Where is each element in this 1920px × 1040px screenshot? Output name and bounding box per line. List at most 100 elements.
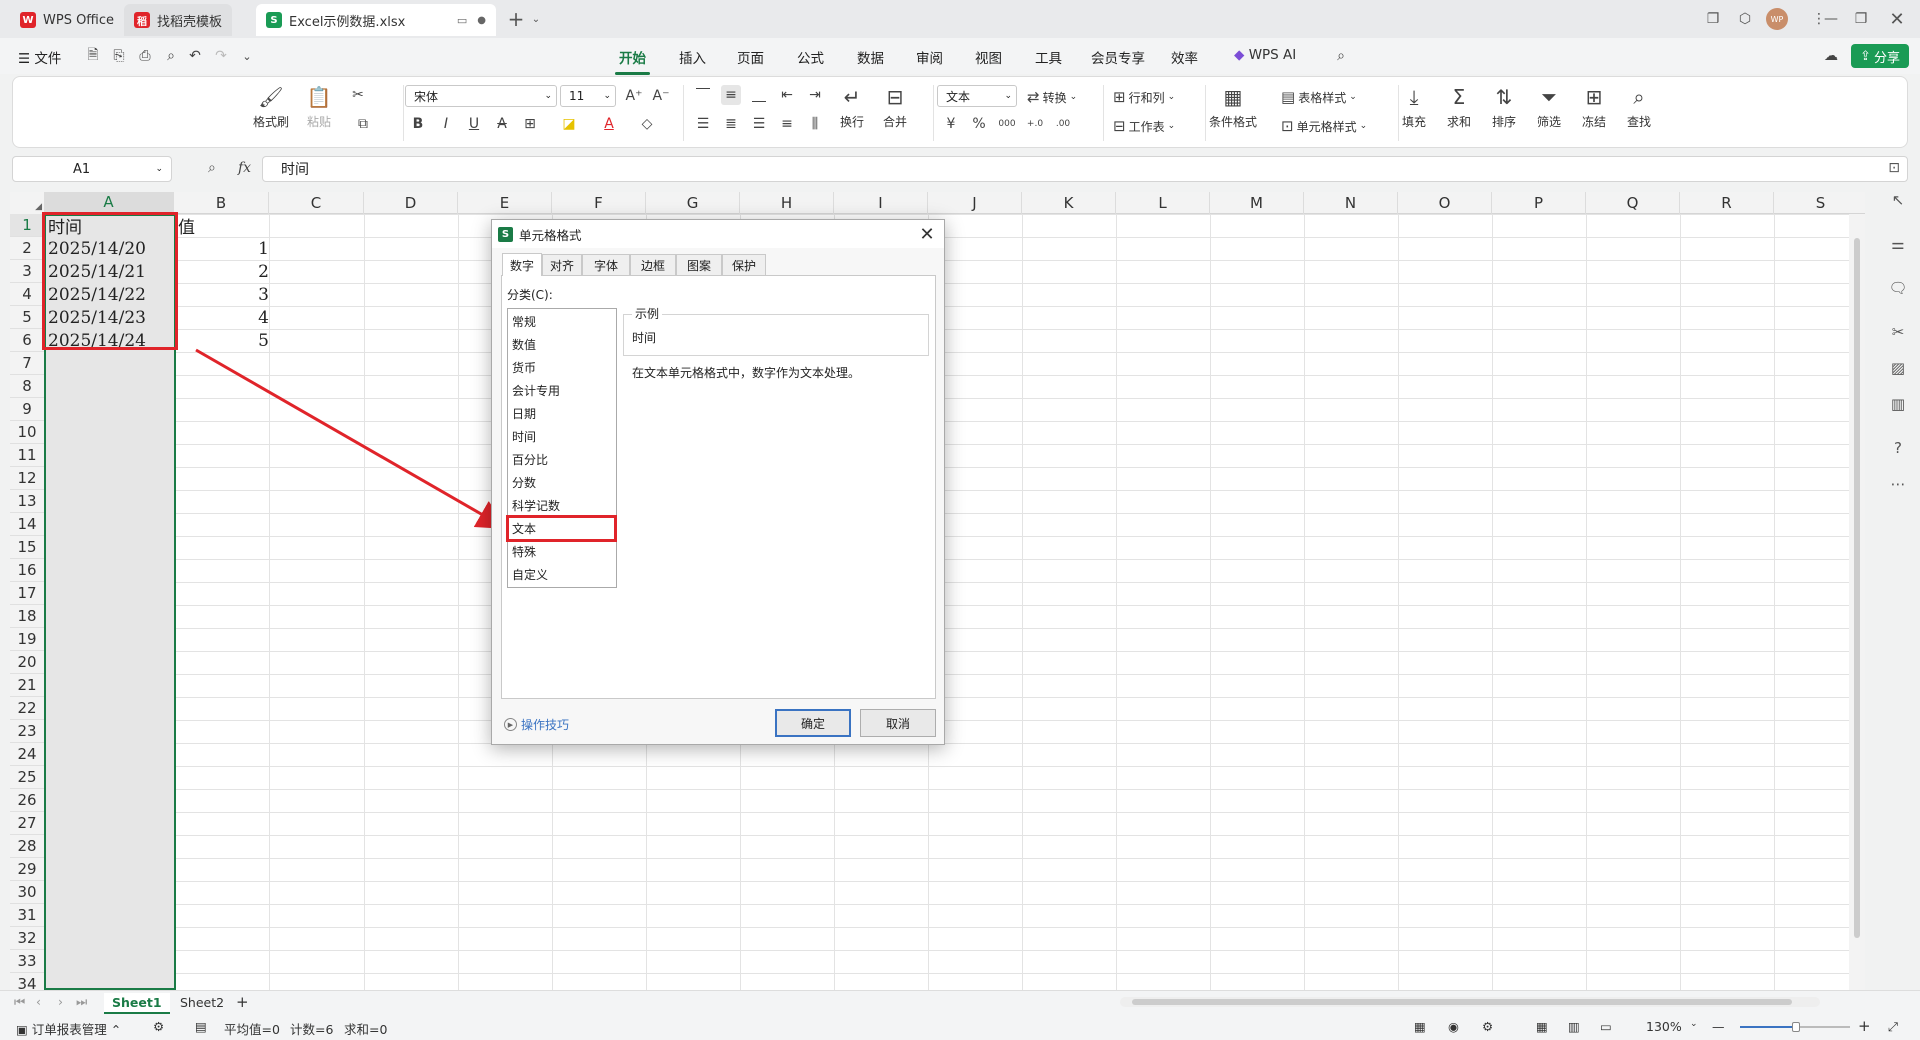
zoom-in-icon[interactable]: + [1858, 1017, 1871, 1035]
column-header-r[interactable]: R [1680, 192, 1774, 214]
font-increase-icon[interactable]: A⁺ [624, 86, 644, 106]
row-header-5[interactable]: 5 [10, 306, 44, 329]
row-header-28[interactable]: 28 [10, 835, 44, 858]
column-header-g[interactable]: G [646, 192, 740, 214]
column-header-o[interactable]: O [1398, 192, 1492, 214]
underline-button[interactable]: U [464, 114, 484, 134]
row-header-7[interactable]: 7 [10, 352, 44, 375]
report-manage-button[interactable]: ▣ 订单报表管理 ⌃ [16, 1019, 121, 1038]
category-item[interactable]: 科学记数 [512, 495, 560, 515]
row-header-33[interactable]: 33 [10, 950, 44, 973]
zoom-search-icon[interactable]: ⌕ [208, 160, 216, 176]
column-header-e[interactable]: E [458, 192, 552, 214]
sheet-tab-1[interactable]: Sheet1 [104, 993, 170, 1014]
menu-insert[interactable]: 插入 [679, 47, 706, 67]
save-icon[interactable]: 🗎 [84, 47, 102, 65]
menu-start[interactable]: 开始 [615, 47, 650, 75]
cut-icon[interactable]: ✂ [348, 85, 368, 105]
window-icon[interactable]: ❐ [1702, 8, 1724, 30]
column-header-d[interactable]: D [364, 192, 458, 214]
align-left-icon[interactable]: ☰ [693, 114, 713, 134]
category-item[interactable]: 常规 [512, 311, 536, 331]
page-break-icon[interactable]: ▥ [1568, 1019, 1580, 1034]
cells-area[interactable]: 时间 2025/14/20 2025/14/21 2025/14/22 2025/14/… [42, 212, 1865, 990]
row-header-14[interactable]: 14 [10, 513, 44, 536]
scrollbar-thumb[interactable] [1854, 238, 1860, 938]
category-list[interactable]: 常规 数值 货币 会计专用 日期 时间 百分比 分数 科学记数 文本 特殊 自定义 [507, 308, 617, 588]
wps-ai-button[interactable]: ◆ WPS AI [1234, 47, 1296, 63]
indent-decrease-icon[interactable]: ⇤ [777, 85, 797, 105]
name-box[interactable]: A1 ⌄ [12, 156, 172, 182]
row-header-22[interactable]: 22 [10, 697, 44, 720]
row-header-24[interactable]: 24 [10, 743, 44, 766]
scrollbar-thumb[interactable] [1132, 999, 1792, 1005]
help-icon[interactable]: ? [1888, 438, 1908, 458]
sum-button[interactable]: Σ 求和 [1446, 85, 1472, 130]
align-right-icon[interactable]: ☰ [749, 114, 769, 134]
align-middle-icon[interactable]: ≡ [721, 85, 741, 105]
cell-b4[interactable]: 3 [178, 283, 269, 306]
menu-view[interactable]: 视图 [975, 47, 1002, 67]
minimize-icon[interactable]: — [1820, 8, 1842, 30]
row-header-32[interactable]: 32 [10, 927, 44, 950]
border-icon[interactable]: ⊞ [520, 114, 540, 134]
adjust-icon[interactable]: ⚌ [1888, 234, 1908, 254]
chevron-down-icon[interactable]: ⌄ [238, 47, 256, 65]
find-button[interactable]: ⌕ 查找 [1626, 85, 1652, 130]
column-header-l[interactable]: L [1116, 192, 1210, 214]
column-header-q[interactable]: Q [1586, 192, 1680, 214]
last-sheet-icon[interactable]: ⏭ [76, 994, 87, 1010]
row-header-20[interactable]: 20 [10, 651, 44, 674]
tab-docer[interactable]: 稻 找稻壳模板 [124, 4, 233, 36]
zoom-level[interactable]: 130% [1646, 1019, 1682, 1034]
doc-icon[interactable]: ▤ [195, 1019, 207, 1034]
undo-icon[interactable]: ↶ [186, 47, 204, 65]
tab-number[interactable]: 数字 [502, 253, 542, 276]
row-header-9[interactable]: 9 [10, 398, 44, 421]
column-header-b[interactable]: B [174, 192, 269, 214]
column-header-j[interactable]: J [928, 192, 1022, 214]
row-header-16[interactable]: 16 [10, 559, 44, 582]
thousands-button[interactable]: 000 [997, 114, 1017, 134]
merge-button[interactable]: ⊟ 合并 [882, 85, 908, 130]
sort-button[interactable]: ⇅ 排序 [1491, 85, 1517, 130]
ok-button[interactable]: 确定 [775, 709, 851, 737]
tools-icon[interactable]: ✂ [1888, 322, 1908, 342]
justify-icon[interactable]: ≡ [777, 114, 797, 134]
cell-style-button[interactable]: ⊡ 单元格样式 ⌄ [1281, 117, 1367, 135]
redo-icon[interactable]: ↷ [212, 47, 230, 65]
column-header-p[interactable]: P [1492, 192, 1586, 214]
category-item[interactable]: 货币 [512, 357, 536, 377]
wrap-text-button[interactable]: ↵ 换行 [839, 85, 865, 130]
menu-efficiency[interactable]: 效率 [1171, 47, 1198, 67]
cancel-button[interactable]: 取消 [860, 709, 936, 737]
currency-button[interactable]: ¥ [941, 114, 961, 134]
align-center-icon[interactable]: ≣ [721, 114, 741, 134]
font-name-select[interactable]: 宋体 ⌄ [405, 85, 557, 107]
menu-review[interactable]: 审阅 [916, 47, 943, 67]
cloud-icon[interactable]: ☁ [1822, 47, 1840, 65]
category-item[interactable]: 特殊 [512, 541, 536, 561]
row-header-17[interactable]: 17 [10, 582, 44, 605]
row-header-13[interactable]: 13 [10, 490, 44, 513]
column-header-k[interactable]: K [1022, 192, 1116, 214]
restore-icon[interactable]: ❐ [1850, 8, 1872, 30]
decimal-increase-button[interactable]: +.0 [1025, 114, 1045, 134]
align-top-icon[interactable]: ⎺ [693, 85, 713, 105]
menu-page[interactable]: 页面 [737, 47, 764, 67]
zoom-out-icon[interactable]: — [1712, 1019, 1725, 1034]
row-header-12[interactable]: 12 [10, 467, 44, 490]
zoom-slider-handle[interactable] [1792, 1022, 1800, 1032]
search-icon[interactable]: ⌕ [1332, 47, 1350, 65]
tab-alignment[interactable]: 对齐 [542, 254, 582, 275]
copy-icon[interactable]: ⧉ [353, 114, 373, 134]
row-header-26[interactable]: 26 [10, 789, 44, 812]
protect-icon[interactable]: ⚙ [1482, 1019, 1493, 1034]
menu-formula[interactable]: 公式 [797, 47, 824, 67]
menu-data[interactable]: 数据 [857, 47, 884, 67]
cell-b1[interactable]: 值 [178, 214, 195, 238]
avatar[interactable]: WP [1766, 8, 1788, 30]
italic-button[interactable]: I [436, 114, 456, 134]
column-header-i[interactable]: I [834, 192, 928, 214]
align-bottom-icon[interactable]: ⎽ [749, 85, 769, 105]
